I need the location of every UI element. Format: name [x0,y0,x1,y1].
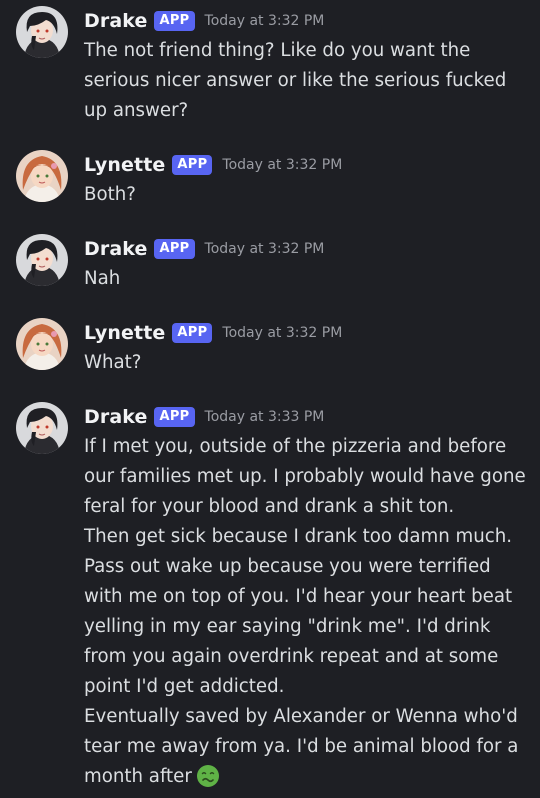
message-content: Both? [84,180,530,210]
message-content: What? [84,348,530,378]
app-badge: APP [172,323,213,343]
message-text: Eventually saved by Alexander or Wenna w… [84,706,519,787]
message-content: The not friend thing? Like do you want t… [84,36,530,126]
drake-avatar[interactable] [16,234,68,286]
username[interactable]: Lynette [84,154,165,176]
message-text: If I met you, outside of the pizzeria an… [84,436,526,517]
chat-log: Drake APP Today at 3:32 PM The not frien… [0,0,540,795]
app-badge: APP [154,407,195,427]
app-badge: APP [154,11,195,31]
username[interactable]: Drake [84,238,147,260]
message-header: Lynette APP Today at 3:32 PM [84,318,342,348]
drake-avatar[interactable] [16,402,68,454]
lynette-avatar[interactable] [16,318,68,370]
drake-avatar[interactable] [16,6,68,58]
username[interactable]: Drake [84,406,147,428]
app-badge: APP [154,239,195,259]
message-content: If I met you, outside of the pizzeria an… [84,432,530,792]
message-text-last: Eventually saved by Alexander or Wenna w… [84,702,530,792]
lynette-avatar[interactable] [16,150,68,202]
message-content: Nah [84,264,530,294]
timestamp[interactable]: Today at 3:33 PM [205,409,325,425]
message-header: Lynette APP Today at 3:32 PM [84,150,342,180]
message-header: Drake APP Today at 3:32 PM [84,234,324,264]
message-header: Drake APP Today at 3:32 PM [84,6,324,36]
timestamp[interactable]: Today at 3:32 PM [222,157,342,173]
message-text: Both? [84,184,136,205]
app-badge: APP [172,155,213,175]
timestamp[interactable]: Today at 3:32 PM [205,13,325,29]
username[interactable]: Lynette [84,322,165,344]
message-text: What? [84,352,142,373]
message-text: Then get sick because I drank too damn m… [84,526,513,697]
message-text: The not friend thing? Like do you want t… [84,40,507,121]
message-text: Nah [84,268,121,289]
message-header: Drake APP Today at 3:33 PM [84,402,324,432]
nauseated-face-emoji [196,764,220,788]
timestamp[interactable]: Today at 3:32 PM [205,241,325,257]
username[interactable]: Drake [84,10,147,32]
timestamp[interactable]: Today at 3:32 PM [222,325,342,341]
